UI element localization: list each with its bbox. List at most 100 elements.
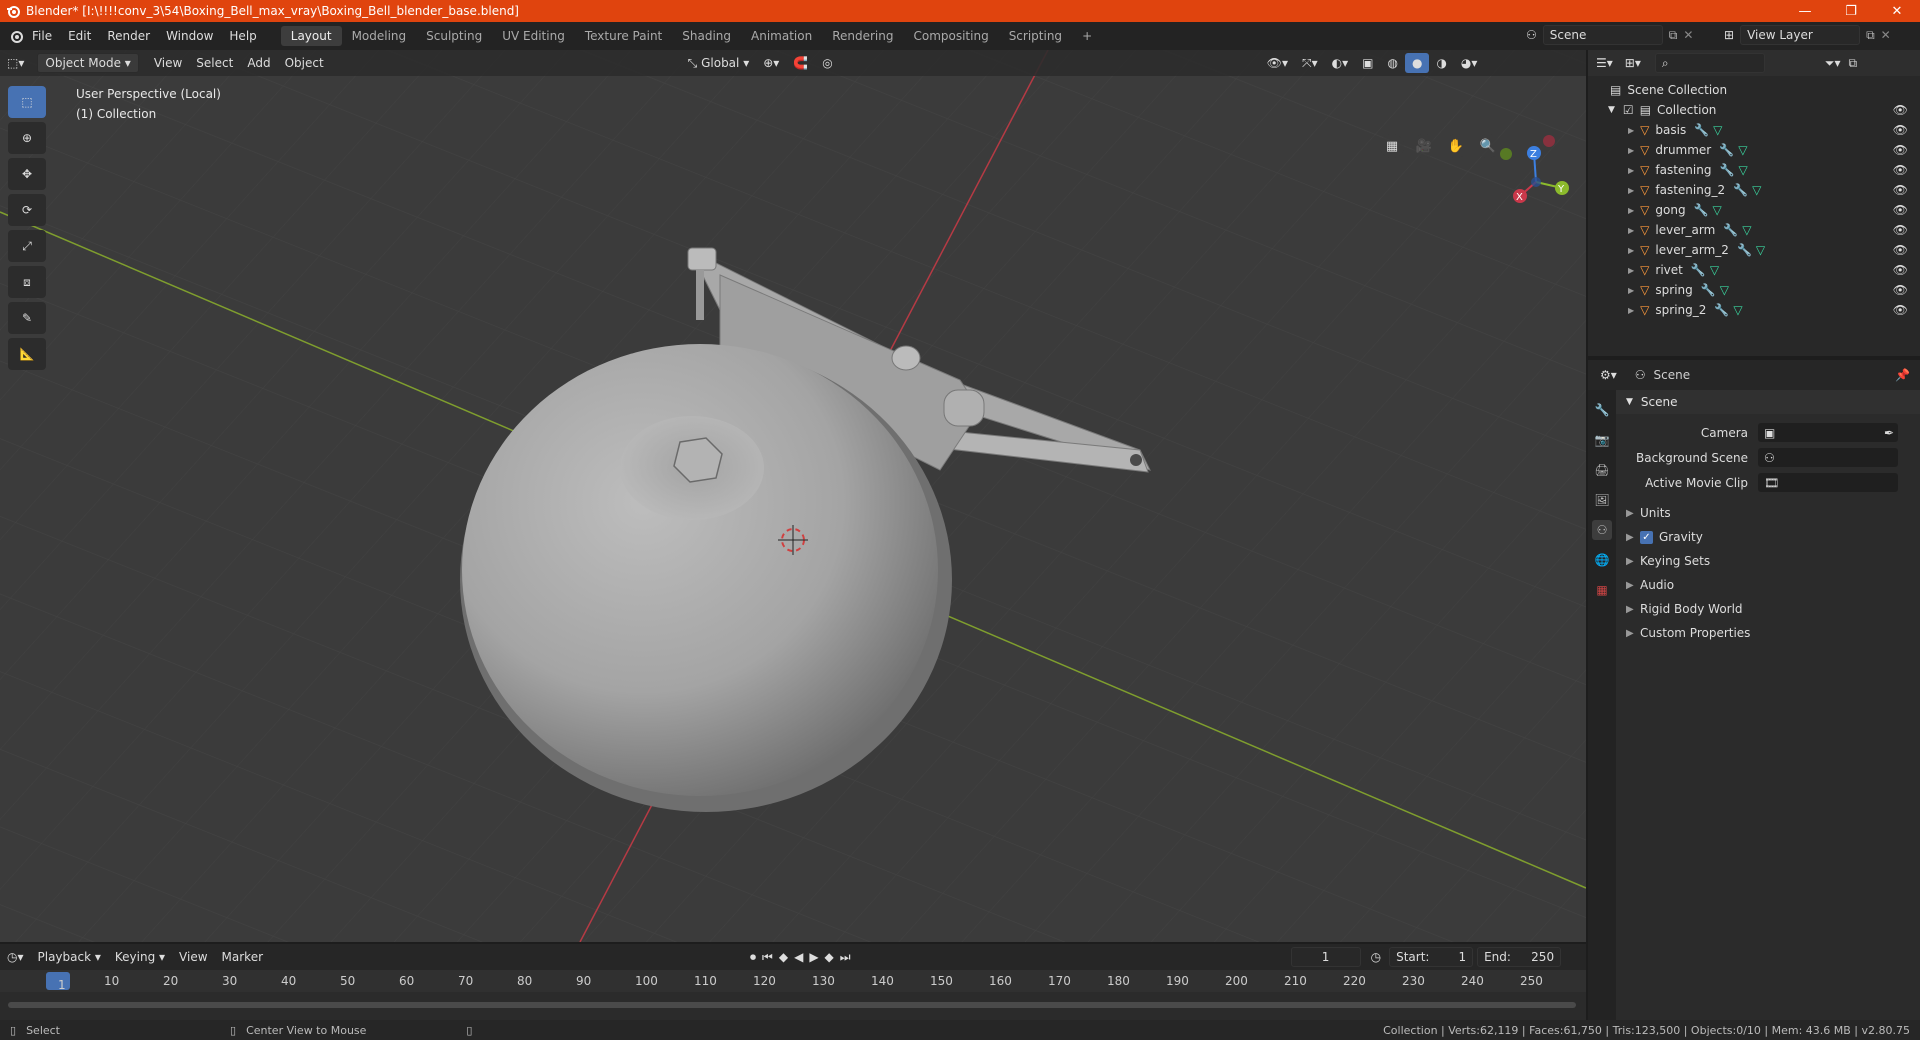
expand-arrow-icon[interactable]: ▶ [1628, 226, 1634, 235]
visibility-eye-icon[interactable]: 👁 [1893, 303, 1908, 317]
visibility-eye-icon[interactable]: 👁 [1893, 203, 1908, 217]
modifier-wrench-icon[interactable]: 🔧 [1733, 183, 1748, 197]
rigid-body-world-panel[interactable]: ▶ Rigid Body World [1616, 597, 1920, 621]
blender-menu-icon[interactable] [8, 28, 24, 44]
editor-type-icon[interactable]: ⬚▾ [0, 53, 31, 73]
gravity-panel[interactable]: ▶ ✓ Gravity [1616, 525, 1920, 549]
mesh-data-icon[interactable]: ▽ [1710, 263, 1719, 277]
movie-clip-field[interactable]: 🎞 [1758, 473, 1898, 492]
expand-arrow-icon[interactable]: ▼ [1608, 105, 1615, 115]
outliner-item[interactable]: ▶ ▽ gong 🔧 ▽ 👁 [1588, 200, 1920, 220]
modifier-wrench-icon[interactable]: 🔧 [1723, 223, 1738, 237]
display-mode-icon[interactable]: ⊞▾ [1625, 56, 1641, 70]
outliner-item[interactable]: ▶ ▽ spring_2 🔧 ▽ 👁 [1588, 300, 1920, 320]
scene-collection-row[interactable]: ▤ Scene Collection [1588, 80, 1920, 100]
visibility-eye-icon[interactable]: 👁 [1893, 283, 1908, 297]
visibility-eye-icon[interactable]: 👁 [1893, 263, 1908, 277]
maximize-button[interactable]: ❐ [1828, 0, 1874, 22]
modifier-wrench-icon[interactable]: 🔧 [1701, 283, 1716, 297]
outliner-search-input[interactable]: ⌕ [1654, 53, 1765, 73]
tab-rendering[interactable]: Rendering [822, 26, 903, 46]
expand-arrow-icon[interactable]: ▶ [1628, 126, 1634, 135]
gizmo-toggle-icon[interactable]: ⤧▾ [1295, 53, 1325, 73]
expand-arrow-icon[interactable]: ▶ [1628, 286, 1634, 295]
select-box-tool-icon[interactable]: ⬚ [8, 86, 46, 118]
current-frame-field[interactable]: 1 [1290, 947, 1361, 967]
menu-render[interactable]: Render [99, 29, 158, 43]
orientation-dropdown[interactable]: ⤡ Global ▾ [681, 53, 757, 73]
tab-scripting[interactable]: Scripting [999, 26, 1072, 46]
custom-properties-panel[interactable]: ▶ Custom Properties [1616, 621, 1920, 645]
tab-uv-editing[interactable]: UV Editing [492, 26, 575, 46]
camera-view-icon[interactable]: 🎥 [1412, 134, 1436, 158]
measure-tool-icon[interactable]: 📐 [8, 338, 46, 370]
tab-sculpting[interactable]: Sculpting [416, 26, 492, 46]
menu-window[interactable]: Window [158, 29, 221, 43]
shading-wire-icon[interactable]: ◍ [1380, 53, 1404, 73]
modifier-wrench-icon[interactable]: 🔧 [1691, 263, 1706, 277]
mesh-data-icon[interactable]: ▽ [1742, 223, 1751, 237]
mesh-data-icon[interactable]: ▽ [1733, 303, 1742, 317]
visibility-icon[interactable]: 👁▾ [1260, 53, 1295, 73]
filter-icon[interactable]: ⏷▾ [1825, 56, 1841, 71]
timeline-view-menu[interactable]: View [172, 947, 214, 967]
prev-keyframe-icon[interactable]: ◆ [779, 950, 788, 965]
record-icon[interactable]: ⏺ [750, 950, 756, 965]
add-workspace-icon[interactable]: + [1072, 26, 1102, 46]
modifier-wrench-icon[interactable]: 🔧 [1694, 123, 1709, 137]
outliner-item[interactable]: ▶ ▽ rivet 🔧 ▽ 👁 [1588, 260, 1920, 280]
viewport-menu-view[interactable]: View [147, 53, 189, 73]
expand-arrow-icon[interactable]: ▶ [1628, 206, 1634, 215]
outliner-item[interactable]: ▶ ▽ fastening_2 🔧 ▽ 👁 [1588, 180, 1920, 200]
visibility-eye-icon[interactable]: 👁 [1893, 123, 1908, 137]
collection-row[interactable]: ▼ ☑ ▤ Collection 👁 [1588, 100, 1920, 120]
audio-panel[interactable]: ▶ Audio [1616, 573, 1920, 597]
move-tool-icon[interactable]: ✥ [8, 158, 46, 190]
shading-material-icon[interactable]: ◑ [1429, 53, 1453, 73]
mesh-data-icon[interactable]: ▽ [1756, 243, 1765, 257]
expand-arrow-icon[interactable]: ▶ [1628, 246, 1634, 255]
pin-icon[interactable]: 📌 [1895, 368, 1910, 382]
outliner-editor-icon[interactable]: ☰▾ [1596, 56, 1613, 70]
visibility-eye-icon[interactable]: 👁 [1893, 143, 1908, 157]
timeline-editor-icon[interactable]: ◷▾ [0, 947, 31, 967]
remove-view-layer-icon[interactable]: ✕ [1881, 28, 1891, 42]
playback-menu[interactable]: Playback ▾ [31, 947, 108, 967]
mesh-data-icon[interactable]: ▽ [1752, 183, 1761, 197]
jump-end-icon[interactable]: ⏭ [840, 950, 851, 965]
new-collection-icon[interactable]: ⧉ [1848, 56, 1857, 71]
mesh-data-icon[interactable]: ▽ [1738, 143, 1747, 157]
scene-field[interactable]: Scene [1542, 25, 1663, 45]
tab-layout[interactable]: Layout [280, 26, 342, 46]
viewport-menu-object[interactable]: Object [278, 53, 331, 73]
mesh-data-icon[interactable]: ▽ [1720, 283, 1729, 297]
expand-arrow-icon[interactable]: ▶ [1628, 306, 1634, 315]
modifier-wrench-icon[interactable]: 🔧 [1694, 203, 1709, 217]
remove-scene-icon[interactable]: ✕ [1683, 28, 1693, 42]
close-button[interactable]: ✕ [1874, 0, 1920, 22]
new-view-layer-icon[interactable]: ⧉ [1866, 28, 1875, 43]
minimize-button[interactable]: — [1782, 0, 1828, 22]
mode-dropdown[interactable]: Object Mode ▾ [37, 53, 139, 73]
playhead[interactable]: 1 [46, 972, 70, 992]
play-reverse-icon[interactable]: ◀ [794, 950, 803, 965]
visibility-eye-icon[interactable]: 👁 [1893, 243, 1908, 257]
annotate-tool-icon[interactable]: ✎ [8, 302, 46, 334]
ortho-toggle-icon[interactable]: ▦ [1380, 134, 1404, 158]
properties-editor-icon[interactable]: ⚙▾ [1600, 368, 1617, 382]
clock-icon[interactable]: ◷ [1371, 950, 1381, 964]
xray-icon[interactable]: ▣ [1355, 53, 1380, 73]
scale-tool-icon[interactable]: ⤢ [8, 230, 46, 262]
zoom-icon[interactable]: 🔍 [1476, 134, 1500, 158]
expand-arrow-icon[interactable]: ▶ [1628, 166, 1634, 175]
outliner-item[interactable]: ▶ ▽ lever_arm_2 🔧 ▽ 👁 [1588, 240, 1920, 260]
transform-tool-icon[interactable]: ⧈ [8, 266, 46, 298]
modifier-wrench-icon[interactable]: 🔧 [1737, 243, 1752, 257]
pan-hand-icon[interactable]: ✋ [1444, 134, 1468, 158]
checkbox-icon[interactable]: ☑ [1623, 103, 1634, 117]
visibility-eye-icon[interactable]: 👁 [1893, 103, 1908, 117]
start-frame-field[interactable]: Start: 1 [1389, 947, 1474, 967]
world-tab-icon[interactable]: 🌐 [1592, 550, 1612, 570]
play-icon[interactable]: ▶ [809, 950, 818, 965]
end-frame-field[interactable]: End: 250 [1477, 947, 1562, 967]
